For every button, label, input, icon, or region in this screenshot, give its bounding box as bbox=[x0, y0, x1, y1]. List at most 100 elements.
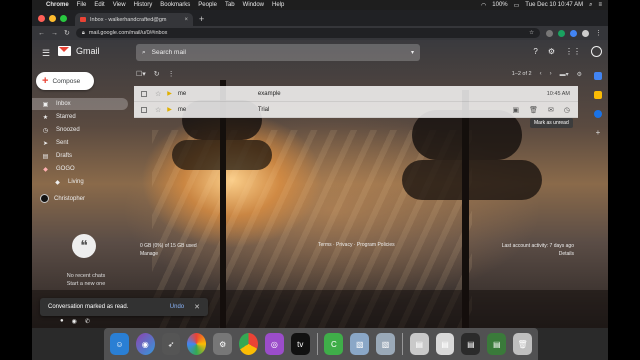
importance-marker-icon[interactable]: ▶ bbox=[167, 106, 172, 113]
star-icon[interactable]: ☆ bbox=[155, 106, 161, 114]
close-window-button[interactable] bbox=[38, 15, 45, 22]
nav-starred[interactable]: ★ Starred bbox=[32, 111, 128, 123]
chrome-menu-icon[interactable]: ⋮ bbox=[595, 29, 602, 37]
menu-help[interactable]: Help bbox=[272, 2, 284, 8]
older-icon[interactable]: ‹ bbox=[540, 71, 542, 77]
location-icon[interactable]: ◉ bbox=[72, 318, 77, 325]
settings-gear-icon[interactable]: ⚙ bbox=[577, 71, 582, 78]
podcasts-icon[interactable]: ◎ bbox=[264, 333, 284, 355]
minimize-window-button[interactable] bbox=[49, 15, 56, 22]
support-icon[interactable]: ? bbox=[533, 47, 537, 56]
wifi-icon[interactable]: ◠ bbox=[481, 2, 486, 9]
profile-avatar[interactable] bbox=[582, 29, 589, 37]
battery-icon[interactable]: ▭ bbox=[514, 2, 520, 9]
extension-icon[interactable] bbox=[546, 29, 553, 37]
archive-icon[interactable]: ▣ bbox=[513, 106, 520, 114]
gmail-logo[interactable]: Gmail bbox=[58, 46, 100, 56]
menu-tab[interactable]: Tab bbox=[225, 2, 235, 8]
extension-icon[interactable] bbox=[558, 29, 565, 37]
settings-gear-icon[interactable]: ⚙ bbox=[548, 47, 555, 56]
zoom-window-button[interactable] bbox=[60, 15, 67, 22]
policy-links[interactable]: Terms · Privacy · Program Policies bbox=[318, 242, 395, 248]
address-url[interactable]: mail.google.com/mail/u/0/#inbox bbox=[89, 30, 168, 36]
search-icon[interactable]: ⌕ bbox=[142, 49, 146, 57]
search-input[interactable]: Search mail bbox=[152, 49, 186, 56]
forward-icon[interactable]: → bbox=[51, 30, 58, 37]
tab-inbox[interactable]: Inbox - walkerhandcrafted@gm × bbox=[75, 13, 193, 26]
notification-center-icon[interactable]: ≡ bbox=[598, 2, 602, 8]
nav-sent[interactable]: ➤ Sent bbox=[32, 137, 128, 149]
tasks-icon[interactable] bbox=[594, 110, 602, 118]
activity-details-link[interactable]: Details bbox=[502, 250, 574, 258]
delete-icon[interactable]: 🗑︎ bbox=[529, 106, 538, 114]
input-tools-icon[interactable]: ▬▾ bbox=[560, 71, 569, 78]
launchpad-icon[interactable]: ➶ bbox=[161, 333, 181, 355]
nav-label-gogo[interactable]: ◆ GOGO bbox=[32, 163, 128, 175]
select-all-checkbox[interactable]: ☐▾ bbox=[136, 70, 146, 78]
document-icon[interactable]: ▤ bbox=[487, 333, 507, 355]
preview-icon[interactable]: ▧ bbox=[350, 333, 370, 355]
nav-label-living[interactable]: ◆ Living bbox=[32, 176, 128, 188]
main-menu-icon[interactable]: ☰ bbox=[42, 48, 50, 59]
start-chat-link[interactable]: Start a new one bbox=[54, 280, 118, 288]
back-icon[interactable]: ← bbox=[38, 30, 45, 37]
menu-edit[interactable]: Edit bbox=[94, 2, 104, 8]
menu-window[interactable]: Window bbox=[243, 2, 264, 8]
phone-icon[interactable]: ✆ bbox=[85, 318, 90, 325]
siri-icon[interactable]: ◉ bbox=[135, 333, 155, 355]
document-icon[interactable]: ▤ bbox=[461, 333, 481, 355]
mark-unread-icon[interactable]: ✉ bbox=[548, 106, 554, 114]
menu-view[interactable]: View bbox=[113, 2, 126, 8]
table-row[interactable]: ☆ ▶ me Trial ▣ 🗑︎ ✉ ◷ bbox=[134, 102, 578, 118]
newer-icon[interactable]: › bbox=[550, 71, 552, 77]
menu-app-name[interactable]: Chrome bbox=[46, 2, 69, 8]
menubar-clock[interactable]: Tue Dec 10 10:47 AM bbox=[525, 2, 583, 8]
close-icon[interactable]: ✕ bbox=[194, 303, 200, 311]
document-icon[interactable]: ▤ bbox=[435, 333, 455, 355]
table-row[interactable]: ☆ ▶ me example 10:45 AM bbox=[134, 86, 578, 102]
row-checkbox[interactable] bbox=[141, 106, 147, 113]
menu-file[interactable]: File bbox=[77, 2, 87, 8]
search-options-icon[interactable]: ▾ bbox=[411, 49, 414, 56]
refresh-icon[interactable]: ↻ bbox=[154, 70, 160, 78]
nav-snoozed[interactable]: ◷ Snoozed bbox=[32, 124, 128, 136]
account-avatar[interactable] bbox=[591, 46, 602, 57]
apps-grid-icon[interactable]: ⋮⋮ bbox=[565, 47, 581, 56]
row-checkbox[interactable] bbox=[141, 90, 147, 97]
add-addon-icon[interactable]: + bbox=[594, 129, 602, 137]
person-icon[interactable]: ● bbox=[60, 318, 64, 325]
menu-people[interactable]: People bbox=[198, 2, 217, 8]
menu-bookmarks[interactable]: Bookmarks bbox=[160, 2, 190, 8]
calendar-icon[interactable] bbox=[594, 72, 602, 80]
star-icon[interactable]: ☆ bbox=[155, 90, 161, 98]
bookmark-star-icon[interactable]: ☆ bbox=[529, 30, 534, 36]
new-tab-button[interactable]: + bbox=[193, 14, 210, 26]
manage-storage-link[interactable]: Manage bbox=[140, 250, 197, 258]
reload-icon[interactable]: ↻ bbox=[64, 29, 70, 37]
battery-percent[interactable]: 100% bbox=[492, 2, 507, 8]
compose-button[interactable]: + Compose bbox=[36, 72, 94, 90]
hangouts-user[interactable]: Christopher bbox=[40, 194, 85, 203]
keep-icon[interactable] bbox=[594, 91, 602, 99]
extension-icon[interactable] bbox=[570, 29, 577, 37]
chrome-icon[interactable] bbox=[239, 333, 258, 355]
nav-inbox[interactable]: ▣ Inbox bbox=[32, 98, 128, 110]
system-preferences-icon[interactable]: ⚙ bbox=[213, 333, 233, 355]
undo-button[interactable]: Undo bbox=[170, 304, 184, 310]
trash-icon[interactable]: 🗑︎ bbox=[513, 333, 532, 355]
document-icon[interactable]: ▤ bbox=[409, 333, 429, 355]
nav-drafts[interactable]: ▤ Drafts bbox=[32, 150, 128, 162]
finder-icon[interactable]: ☺ bbox=[110, 333, 129, 355]
snooze-icon[interactable]: ◷ bbox=[564, 106, 570, 114]
apple-tv-icon[interactable]: tv bbox=[290, 333, 310, 355]
more-icon[interactable]: ⋮ bbox=[168, 70, 175, 78]
importance-marker-icon[interactable]: ▶ bbox=[167, 90, 172, 97]
camtasia-icon[interactable]: C bbox=[324, 333, 344, 355]
close-tab-icon[interactable]: × bbox=[184, 17, 188, 23]
spotlight-icon[interactable]: ⌕ bbox=[589, 2, 592, 9]
menu-history[interactable]: History bbox=[134, 2, 153, 8]
photos-icon[interactable] bbox=[187, 333, 207, 355]
address-bar[interactable]: 🔒︎ mail.google.com/mail/u/0/#inbox ☆ bbox=[75, 28, 540, 38]
preview-icon[interactable]: ▧ bbox=[376, 333, 395, 355]
search-bar[interactable]: ⌕ Search mail ▾ bbox=[136, 44, 420, 61]
